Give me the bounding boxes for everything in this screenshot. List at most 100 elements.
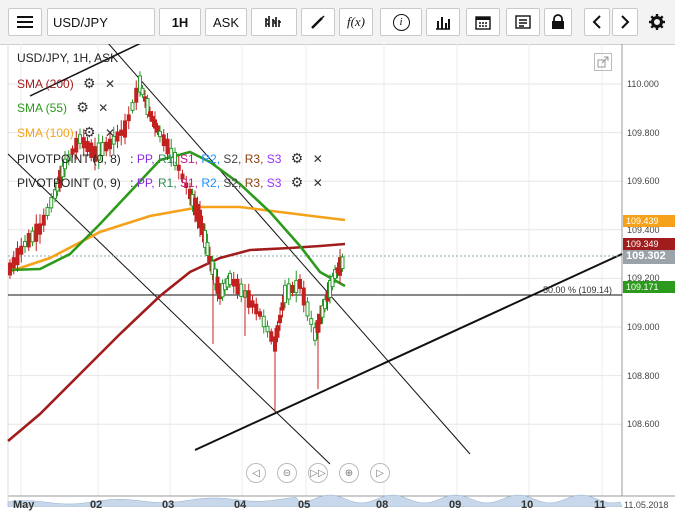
pivot-level-s3: S3 xyxy=(266,176,282,190)
candle-body xyxy=(275,325,280,338)
report-icon[interactable] xyxy=(506,8,540,36)
function-icon[interactable]: f(x) xyxy=(339,8,373,36)
gear-icon[interactable]: ⚙ xyxy=(291,150,304,166)
info-icon: i xyxy=(392,13,410,31)
price-type-selector[interactable]: ASK xyxy=(205,8,247,36)
price-tick: 109.000 xyxy=(627,322,660,332)
candle-body xyxy=(148,111,152,117)
price-label: 109.302 xyxy=(623,250,675,264)
candle-body xyxy=(115,131,120,142)
candle-body xyxy=(246,290,251,308)
symbol-label: USD/JPY xyxy=(53,14,108,30)
price-tick: 109.800 xyxy=(627,127,660,138)
candle-body xyxy=(123,120,127,138)
time-tick: 05 xyxy=(298,499,311,511)
close-icon[interactable]: ✕ xyxy=(313,176,323,190)
candle-body xyxy=(130,102,135,111)
chart-type-icon[interactable] xyxy=(426,8,460,36)
candle-body xyxy=(134,87,139,103)
interval-label: 1H xyxy=(171,14,189,30)
candle-body xyxy=(250,300,255,308)
price-tick: 109.600 xyxy=(627,176,660,187)
price-label: 109.349 xyxy=(623,238,675,250)
candle-body xyxy=(23,240,27,248)
close-icon[interactable]: ✕ xyxy=(105,77,115,91)
expand-icon[interactable] xyxy=(594,53,612,71)
time-tick: 02 xyxy=(90,499,103,511)
symbol-selector[interactable]: USD/JPY xyxy=(47,8,155,36)
close-icon[interactable]: ✕ xyxy=(98,101,108,115)
time-tick: May xyxy=(13,499,35,511)
candle-body xyxy=(235,278,240,295)
interval-selector[interactable]: 1H xyxy=(159,8,201,36)
candle-body xyxy=(298,279,302,289)
support-line xyxy=(194,253,623,451)
gear-icon[interactable]: ⚙ xyxy=(291,174,304,190)
candle-body xyxy=(294,279,299,294)
time-tick: 11 xyxy=(594,499,606,511)
close-icon[interactable]: ✕ xyxy=(313,152,323,166)
candle-body xyxy=(286,283,291,300)
candle-body xyxy=(309,318,314,325)
candle-body xyxy=(269,331,274,342)
candle-body xyxy=(45,207,50,216)
candle-body xyxy=(15,247,20,266)
function-label: f(x) xyxy=(346,14,366,29)
price-tick: 108.800 xyxy=(627,370,660,381)
sma200-label: SMA (200) xyxy=(17,77,74,91)
candle-body xyxy=(290,285,295,293)
candle-body xyxy=(11,257,16,269)
zoom-back-icon[interactable]: ◁ xyxy=(246,463,266,483)
pivot-sep: : xyxy=(130,176,134,190)
prev-icon[interactable] xyxy=(584,8,610,36)
info-button[interactable]: i xyxy=(380,8,422,36)
candle-body xyxy=(228,272,232,286)
scroll-forward-icon[interactable]: ▷ xyxy=(370,463,390,483)
legend-sma200: SMA (200) ⚙ ✕ xyxy=(17,75,115,92)
pivot-levels: PP, R1, S1, R2, S2, R3, S3 xyxy=(137,152,282,166)
price-type-label: ASK xyxy=(212,14,239,30)
lock-icon[interactable] xyxy=(544,8,572,36)
candle-body xyxy=(305,301,310,317)
sma55-label: SMA (55) xyxy=(17,101,68,115)
zoom-in-icon[interactable]: ⊕ xyxy=(339,463,359,483)
pivot-level-r2: R2, xyxy=(201,176,224,190)
menu-icon[interactable] xyxy=(8,8,42,36)
gear-icon[interactable]: ⚙ xyxy=(76,99,89,115)
gear-icon[interactable]: ⚙ xyxy=(83,124,96,140)
scroll-end-icon[interactable]: ▷▷ xyxy=(308,463,328,483)
gear-icon[interactable]: ⚙ xyxy=(83,75,96,91)
sma200-line xyxy=(7,242,346,442)
candle-body xyxy=(41,214,46,226)
candle-body xyxy=(258,311,262,317)
time-tick: 04 xyxy=(234,499,247,511)
next-icon[interactable] xyxy=(612,8,638,36)
candle-body xyxy=(283,284,287,304)
pivot-level-r3: R3, xyxy=(244,176,267,190)
candle-body xyxy=(280,302,285,311)
gear-icon[interactable] xyxy=(644,8,670,36)
legend-pivot1: PIVOTPOINT (0, 8) : PP, R1, S1, R2, S2, … xyxy=(17,150,323,167)
chart-title: USD/JPY, 1H, ASK xyxy=(17,51,119,65)
candle-body xyxy=(254,303,259,315)
close-icon[interactable]: ✕ xyxy=(105,126,115,140)
zoom-reset-icon[interactable]: ⊝ xyxy=(277,463,297,483)
price-label: 109.439 xyxy=(623,215,675,227)
time-tick: 03 xyxy=(162,499,175,511)
pivot-level-s1: S1, xyxy=(180,176,202,190)
candle-body xyxy=(38,223,42,235)
pivot-level-r1: R1, xyxy=(157,176,180,190)
legend-pivot2: PIVOTPOINT (0, 9) : PP, R1, S1, R2, S2, … xyxy=(17,174,323,191)
bar-style-icon[interactable] xyxy=(251,8,297,36)
candle-body xyxy=(231,278,236,287)
candle-body xyxy=(278,314,282,324)
draw-icon[interactable] xyxy=(301,8,335,36)
candle-body xyxy=(340,256,345,270)
time-tick: 10 xyxy=(521,499,534,511)
sma100-label: SMA (100) xyxy=(17,126,74,140)
chart-area[interactable]: USD/JPY, 1H, ASK SMA (200) ⚙ ✕ SMA (55) … xyxy=(0,44,675,511)
pivot-level-s1: S1, xyxy=(180,152,202,166)
candle-body xyxy=(273,336,277,352)
calendar-icon[interactable] xyxy=(466,8,500,36)
pivot-level-pp: PP, xyxy=(136,152,158,166)
